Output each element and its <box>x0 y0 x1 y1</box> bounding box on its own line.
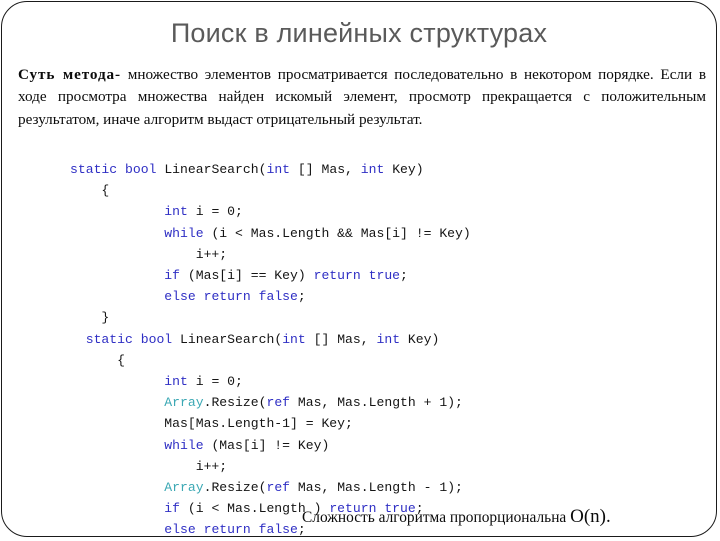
code-keyword: else <box>164 289 204 305</box>
code-keyword: return <box>203 522 259 537</box>
code-line: while (Mas[i] != Key) <box>70 435 471 456</box>
code-keyword: int <box>164 204 188 220</box>
page-title: Поиск в линейных структурах <box>170 18 548 48</box>
code-text: Key) <box>400 331 440 347</box>
code-text: LinearSearch( <box>180 331 283 347</box>
code-text: i = 0; <box>187 204 243 220</box>
code-keyword: if <box>164 501 181 517</box>
complexity-big-o: O(n). <box>570 506 611 527</box>
code-line: { <box>70 180 471 201</box>
method-description-lead: Суть метода- <box>18 66 122 83</box>
code-keyword: int <box>376 331 401 347</box>
code-keyword: ref <box>266 395 291 411</box>
code-keyword: ref <box>266 480 291 496</box>
code-line: } <box>70 307 471 328</box>
code-line: Array.Resize(ref Mas, Mas.Length + 1); <box>70 392 471 413</box>
code-text: ; <box>400 268 408 284</box>
code-keyword: return <box>203 289 259 305</box>
code-text: { <box>70 352 126 368</box>
code-block: static bool LinearSearch(int [] Mas, int… <box>70 159 471 537</box>
code-line: { <box>70 350 471 371</box>
code-text: (i < Mas.Length && Mas[i] != Key) <box>203 225 471 241</box>
code-line: static bool LinearSearch(int [] Mas, int… <box>70 159 471 180</box>
code-line: static bool LinearSearch(int [] Mas, int… <box>70 329 471 350</box>
complexity-note: Сложность алгоритма пропорциональна O(n)… <box>302 507 611 528</box>
code-line: else return false; <box>70 286 471 307</box>
code-keyword: false <box>258 522 298 537</box>
code-text: Mas, Mas.Length - 1); <box>290 480 463 496</box>
code-text: ; <box>297 289 306 305</box>
code-keyword: int <box>282 331 306 347</box>
method-description-paragraph: Суть метода- множество элементов просмат… <box>18 64 706 131</box>
complexity-note-text: Сложность алгоритма пропорциональна <box>302 509 571 526</box>
code-keyword: bool <box>125 162 165 177</box>
code-text: .Resize( <box>203 480 267 496</box>
code-text: } <box>70 310 110 326</box>
code-text: i++; <box>70 458 228 474</box>
code-keyword: true <box>368 268 401 284</box>
code-text: [] Mas, <box>305 331 377 347</box>
code-keyword: static <box>70 162 126 177</box>
code-text: Mas, Mas.Length + 1); <box>290 395 463 411</box>
code-text: i++; <box>70 246 228 262</box>
code-text: Key) <box>384 162 424 177</box>
code-line: Array.Resize(ref Mas, Mas.Length - 1); <box>70 477 471 498</box>
slide-frame: Поиск в линейных структурах Суть метода-… <box>1 1 717 537</box>
code-type: Array <box>164 395 204 411</box>
code-text: Mas[Mas.Length-1] = Key; <box>70 416 353 432</box>
code-line: i++; <box>70 244 471 265</box>
code-keyword: int <box>360 162 385 177</box>
code-text: { <box>70 183 110 199</box>
code-keyword: if <box>164 268 181 284</box>
code-line: while (i < Mas.Length && Mas[i] != Key) <box>70 223 471 244</box>
code-line: if (Mas[i] == Key) return true; <box>70 265 471 286</box>
code-text: (Mas[i] != Key) <box>203 437 330 453</box>
code-line: int i = 0; <box>70 371 471 392</box>
code-line: Mas[Mas.Length-1] = Key; <box>70 413 471 434</box>
code-line: i++; <box>70 456 471 477</box>
code-text: .Resize( <box>203 395 267 411</box>
code-keyword: bool <box>140 331 181 347</box>
code-text: [] Mas, <box>290 162 361 177</box>
method-description-body: множество элементов просматривается посл… <box>18 66 707 128</box>
code-keyword: else <box>164 522 204 537</box>
code-keyword: int <box>266 162 291 177</box>
code-keyword: int <box>164 374 188 390</box>
code-text: i = 0; <box>187 374 243 390</box>
code-keyword: return <box>313 268 369 284</box>
code-text: LinearSearch( <box>164 162 267 177</box>
code-keyword: static <box>85 331 141 347</box>
code-keyword: while <box>164 437 204 453</box>
code-keyword: while <box>164 225 204 241</box>
code-type: Array <box>164 480 204 496</box>
code-text: (Mas[i] == Key) <box>180 268 314 284</box>
code-keyword: false <box>258 289 298 305</box>
code-line: int i = 0; <box>70 201 471 222</box>
